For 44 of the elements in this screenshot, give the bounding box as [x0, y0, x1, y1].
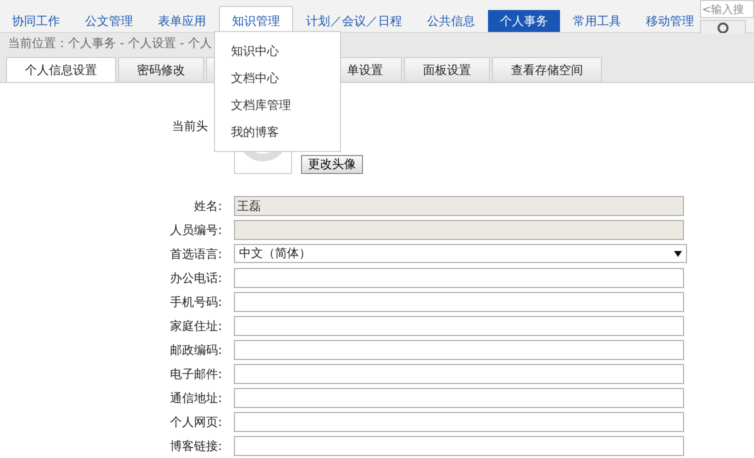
field-label: 姓名: — [192, 198, 223, 215]
dropdown-arrow-icon — [674, 250, 682, 256]
nav-tab[interactable]: 计划／会议／日程 — [294, 10, 414, 32]
field-label: 个人网页: — [168, 414, 223, 431]
text-field[interactable] — [234, 388, 684, 408]
field-label: 邮政编码: — [168, 342, 223, 359]
text-field[interactable] — [234, 436, 684, 456]
field-label: 首选语言: — [168, 246, 223, 263]
nav-tab[interactable]: 公文管理 — [73, 10, 145, 32]
field-label: 博客链接: — [168, 438, 223, 455]
search-button[interactable] — [700, 20, 746, 34]
field-label: 家庭住址: — [168, 318, 223, 335]
nav-tab[interactable]: 知识管理 — [219, 6, 293, 32]
nav-tab[interactable]: 常用工具 — [561, 10, 633, 32]
menu-item[interactable]: 文档中心 — [215, 65, 340, 92]
menu-item[interactable]: 我的博客 — [215, 119, 340, 146]
field-label: 通信地址: — [168, 390, 223, 407]
nav-tab[interactable]: 公共信息 — [415, 10, 487, 32]
text-field[interactable] — [234, 268, 684, 288]
nav-tab[interactable]: 个人事务 — [488, 10, 560, 32]
text-field[interactable] — [234, 316, 684, 336]
nav-tab[interactable]: 协同工作 — [0, 10, 72, 32]
readonly-field[interactable] — [234, 220, 684, 240]
search-field[interactable]: <输入搜 — [700, 0, 754, 18]
text-field[interactable] — [234, 340, 684, 360]
language-select[interactable]: 中文（简体） — [234, 244, 687, 263]
field-label: 手机号码: — [168, 294, 223, 311]
readonly-field[interactable]: 王磊 — [234, 196, 684, 216]
avatar-label: 当前头 — [171, 118, 209, 135]
text-field[interactable] — [234, 292, 684, 312]
field-label: 人员编号: — [168, 222, 223, 239]
settings-tab[interactable]: 密码修改 — [118, 57, 204, 82]
settings-tab[interactable]: 查看存储空间 — [492, 57, 602, 82]
settings-tab[interactable]: 个人信息设置 — [6, 57, 116, 82]
field-label: 电子邮件: — [168, 366, 223, 383]
text-field[interactable] — [234, 412, 684, 432]
nav-tab[interactable]: 表单应用 — [146, 10, 218, 32]
nav-tab[interactable]: 移动管理 — [634, 10, 700, 32]
search-icon — [716, 21, 730, 33]
change-avatar-button[interactable]: 更改头像 — [301, 155, 363, 174]
text-field[interactable] — [234, 364, 684, 384]
menu-item[interactable]: 文档库管理 — [215, 92, 340, 119]
field-label: 办公电话: — [168, 270, 223, 287]
settings-tab[interactable]: 面板设置 — [404, 57, 490, 82]
